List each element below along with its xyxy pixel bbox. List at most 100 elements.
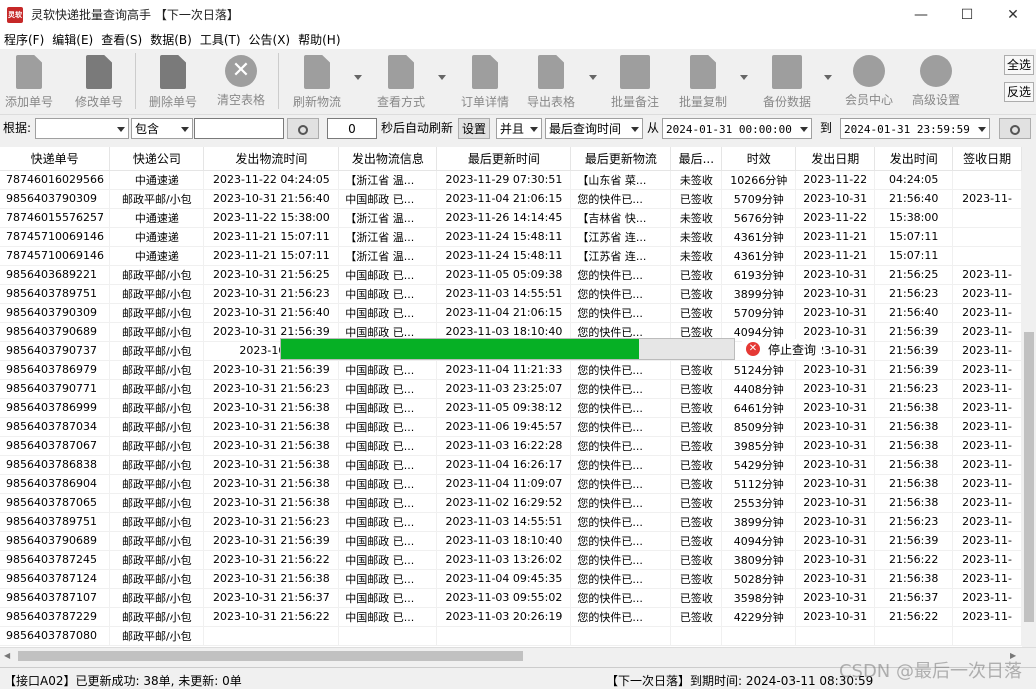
table-row[interactable]: 9856403787124 邮政平邮/小包 2023-10-31 21:56:38 中… (0, 569, 1022, 589)
menu-program[interactable]: 程序(F) (0, 31, 48, 48)
table-row[interactable]: 9856403787080 邮政平邮/小包 (0, 626, 1022, 646)
table-cell: 未签收 (670, 227, 723, 247)
menu-help[interactable]: 帮助(H) (294, 31, 344, 48)
table-row[interactable]: 9856403786838 邮政平邮/小包 2023-10-31 21:56:38 中… (0, 455, 1022, 475)
table-row[interactable]: 9856403789751 邮政平邮/小包 2023-10-31 21:56:23 中… (0, 284, 1022, 304)
view-mode-dropdown-icon[interactable] (438, 75, 446, 80)
table-row[interactable]: 9856403787065 邮政平邮/小包 2023-10-31 21:56:38 中… (0, 493, 1022, 513)
table-cell: 3899分钟 (721, 512, 797, 532)
menu-tools[interactable]: 工具(T) (196, 31, 245, 48)
table-row[interactable]: 9856403786979 邮政平邮/小包 2023-10-31 21:56:39 中… (0, 360, 1022, 380)
column-header[interactable]: 签收日期 (952, 147, 1022, 171)
match-select[interactable]: 包含 (131, 118, 193, 139)
member-button[interactable]: 会员中心 (842, 53, 896, 111)
column-header[interactable]: 最后更新物流 (570, 147, 672, 171)
table-cell: 邮政平邮/小包 (109, 512, 205, 532)
table-cell: 2023-11-29 07:30:51 (436, 170, 572, 190)
time-field-select[interactable]: 最后查询时间 (545, 118, 643, 139)
batch-copy-button[interactable]: 批量复制 (676, 53, 730, 111)
table-cell: 2023-11-24 15:48:11 (436, 246, 572, 266)
table-row[interactable]: 9856403790689 邮政平邮/小包 2023-10-31 21:56:39 中… (0, 531, 1022, 551)
select-all-button[interactable]: 全选 (1004, 55, 1034, 75)
column-header[interactable]: 快递单号 (0, 147, 111, 171)
menu-data[interactable]: 数据(B) (146, 31, 196, 48)
table-row[interactable]: 78745710069146 中通速递 2023-11-21 15:07:11 【浙江… (0, 227, 1022, 247)
delete-button[interactable]: 删除单号 (146, 53, 200, 111)
table-cell: 2023-10-31 (795, 474, 876, 494)
table-row[interactable]: 9856403787107 邮政平邮/小包 2023-10-31 21:56:37 中… (0, 588, 1022, 608)
stop-query-button[interactable]: ✕ 停止查询 (742, 339, 822, 359)
table-cell (952, 246, 1022, 266)
table-row[interactable]: 78746015576257 中通速递 2023-11-22 15:38:00 【浙江… (0, 208, 1022, 228)
table-row[interactable]: 9856403787034 邮政平邮/小包 2023-10-31 21:56:38 中… (0, 417, 1022, 437)
invert-select-button[interactable]: 反选 (1004, 82, 1034, 102)
table-row[interactable]: 9856403790309 邮政平邮/小包 2023-10-31 21:56:40 中… (0, 189, 1022, 209)
batch-note-label: 批量备注 (610, 95, 659, 109)
to-date-picker[interactable]: 2024-01-31 23:59:59 (840, 118, 990, 139)
date-search-button[interactable] (999, 118, 1031, 139)
table-row[interactable]: 9856403787245 邮政平邮/小包 2023-10-31 21:56:22 中… (0, 550, 1022, 570)
table-row[interactable]: 9856403787067 邮政平邮/小包 2023-10-31 21:56:38 中… (0, 436, 1022, 456)
table-cell: 【江苏省 连... (570, 227, 672, 247)
table-cell: 2023-11-03 16:22:28 (436, 436, 572, 456)
vertical-scroll-thumb[interactable] (1024, 332, 1034, 622)
table-row[interactable]: 9856403689221 邮政平邮/小包 2023-10-31 21:56:25 中… (0, 265, 1022, 285)
close-icon[interactable]: ✕ (990, 0, 1036, 29)
table-cell: 2023-11- (952, 360, 1022, 380)
view-mode-button[interactable]: 查看方式 (374, 53, 428, 111)
column-header[interactable]: 发出日期 (795, 147, 876, 171)
table-row[interactable]: 9856403790309 邮政平邮/小包 2023-10-31 21:56:40 中… (0, 303, 1022, 323)
column-header[interactable]: 发出时间 (874, 147, 954, 171)
keyword-input[interactable] (194, 118, 284, 139)
minimize-icon[interactable]: — (898, 0, 944, 29)
table-cell: 2023-11- (952, 436, 1022, 456)
logic-select[interactable]: 并且 (496, 118, 542, 139)
set-button[interactable]: 设置 (458, 118, 490, 139)
table-row[interactable]: 9856403786999 邮政平邮/小包 2023-10-31 21:56:38 中… (0, 398, 1022, 418)
menu-notice[interactable]: 公告(X) (245, 31, 295, 48)
menu-view[interactable]: 查看(S) (97, 31, 146, 48)
table-cell: 21:56:37 (874, 588, 954, 608)
from-date-picker[interactable]: 2024-01-31 00:00:00 (662, 118, 812, 139)
column-header[interactable]: 发出物流时间 (203, 147, 340, 171)
export-button[interactable]: 导出表格 (524, 53, 578, 111)
add-button[interactable]: 添加单号 (2, 53, 56, 111)
toolbar: 添加单号 修改单号 删除单号 ✕ 清空表格 刷新物流 查看方式 订单详情 导出表… (0, 49, 1036, 115)
batch-note-button[interactable]: 批量备注 (608, 53, 662, 111)
field-select[interactable] (35, 118, 129, 139)
export-dropdown-icon[interactable] (589, 75, 597, 80)
refresh-dropdown-icon[interactable] (354, 75, 362, 80)
backup-dropdown-icon[interactable] (824, 75, 832, 80)
table-row[interactable]: 78745710069146 中通速递 2023-11-21 15:07:11 【浙江… (0, 246, 1022, 266)
table-cell: 2023-10-31 (795, 379, 876, 399)
table-cell: 2023-10-31 21:56:38 (203, 398, 340, 418)
clear-button[interactable]: ✕ 清空表格 (214, 53, 268, 111)
table-row[interactable]: 9856403789751 邮政平邮/小包 2023-10-31 21:56:23 中… (0, 512, 1022, 532)
table-row[interactable]: 9856403786904 邮政平邮/小包 2023-10-31 21:56:38 中… (0, 474, 1022, 494)
column-header[interactable]: 时效 (721, 147, 797, 171)
search-button[interactable] (287, 118, 319, 139)
scroll-left-icon[interactable]: ◀ (4, 651, 10, 660)
column-header[interactable]: 发出物流信息 (338, 147, 438, 171)
column-header[interactable]: 最后更新时间 (436, 147, 572, 171)
menu-edit[interactable]: 编辑(E) (48, 31, 97, 48)
table-cell: 已签收 (670, 436, 723, 456)
backup-button[interactable]: 备份数据 (760, 53, 814, 111)
horizontal-scroll-thumb[interactable] (18, 651, 523, 661)
edit-button[interactable]: 修改单号 (72, 53, 126, 111)
maximize-icon[interactable]: ☐ (944, 0, 990, 29)
refresh-button[interactable]: 刷新物流 (290, 53, 344, 111)
detail-button[interactable]: 订单详情 (458, 53, 512, 111)
table-cell: 【山东省 菜... (570, 170, 672, 190)
table-cell: 邮政平邮/小包 (109, 341, 205, 361)
table-row[interactable]: 9856403790771 邮政平邮/小包 2023-10-31 21:56:23 中… (0, 379, 1022, 399)
column-header[interactable]: 快递公司 (109, 147, 205, 171)
vertical-scrollbar[interactable] (1022, 147, 1036, 647)
interval-input[interactable]: 0 (327, 118, 377, 139)
table-cell: 8509分钟 (721, 417, 797, 437)
settings-button[interactable]: 高级设置 (908, 53, 964, 111)
batch-copy-dropdown-icon[interactable] (740, 75, 748, 80)
table-row[interactable]: 9856403787229 邮政平邮/小包 2023-10-31 21:56:22 中… (0, 607, 1022, 627)
column-header[interactable]: 最后... (670, 147, 723, 171)
table-row[interactable]: 78746016029566 中通速递 2023-11-22 04:24:05 【浙江… (0, 170, 1022, 190)
